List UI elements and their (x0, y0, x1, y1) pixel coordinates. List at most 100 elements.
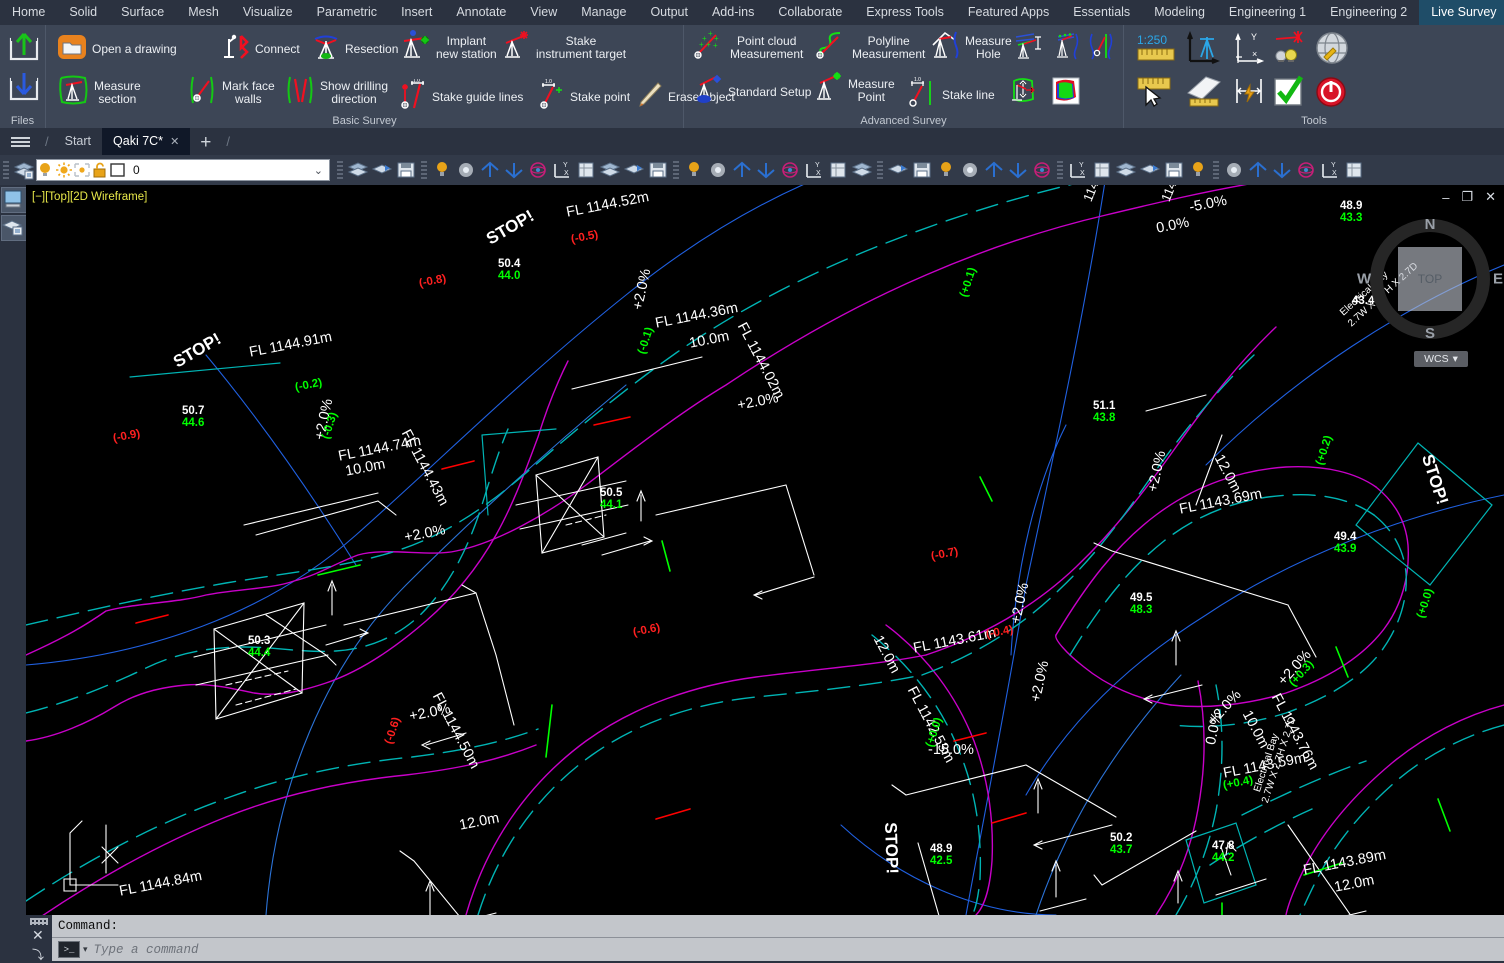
ribbon-tab-modeling[interactable]: Modeling (1142, 0, 1217, 25)
surface-icon[interactable] (983, 159, 1005, 181)
layer-on-icon[interactable] (623, 159, 645, 181)
layer-states-icon[interactable] (395, 159, 417, 181)
ribbon-tab-solid[interactable]: Solid (57, 0, 109, 25)
ribbon-tab-express-tools[interactable]: Express Tools (854, 0, 956, 25)
ribbon-tab-essentials[interactable]: Essentials (1061, 0, 1142, 25)
viewport-icon[interactable] (1163, 159, 1185, 181)
stake-point-button[interactable]: 1.0 Stake point (534, 79, 630, 116)
ribbon-tab-annotate[interactable]: Annotate (444, 0, 518, 25)
ribbon-tab-engineering-1[interactable]: Engineering 1 (1217, 0, 1318, 25)
layer-freeze-icon[interactable] (455, 159, 477, 181)
ucs-tool-button[interactable]: Y × (1232, 31, 1266, 72)
stake-instrument-target-button[interactable]: Stake instrument target (498, 29, 626, 66)
named-ucs-icon[interactable] (827, 159, 849, 181)
command-history-icon[interactable]: ⤵ (32, 946, 44, 963)
ribbon-tab-live-survey[interactable]: Live Survey (1419, 0, 1504, 25)
command-input-placeholder[interactable]: Type a command (94, 943, 199, 957)
layer-off-icon[interactable] (479, 159, 501, 181)
ribbon-tab-manage[interactable]: Manage (569, 0, 638, 25)
move-down-icon[interactable] (911, 159, 933, 181)
ribbon-tab-visualize[interactable]: Visualize (231, 0, 305, 25)
ribbon-tab-surface[interactable]: Surface (109, 0, 176, 25)
color-table-icon[interactable] (959, 159, 981, 181)
ribbon-tab-view[interactable]: View (518, 0, 569, 25)
toolbar-grip[interactable] (337, 161, 343, 179)
ucs-select-icon[interactable] (851, 159, 873, 181)
ribbon-tab-output[interactable]: Output (638, 0, 700, 25)
ucs2-icon[interactable] (1247, 159, 1269, 181)
implant-new-station-button[interactable]: Implant new station (398, 29, 497, 66)
toolbar-grip[interactable] (1057, 161, 1063, 179)
measure-hole-button[interactable]: Measure Hole (929, 29, 1012, 66)
ribbon-tab-add-ins[interactable]: Add-ins (700, 0, 766, 25)
align-center-icon[interactable] (1295, 159, 1317, 181)
ribbon-tab-mesh[interactable]: Mesh (176, 0, 231, 25)
new-tab-button[interactable]: + (190, 130, 221, 155)
measure-hole-extra1[interactable] (1014, 31, 1046, 66)
divider-icon[interactable] (1031, 159, 1053, 181)
show-drilling-direction-button[interactable]: Show drilling direction (284, 73, 388, 112)
stake-guide-lines-button[interactable]: 1.0 Stake guide lines (394, 78, 523, 116)
hamburger-icon[interactable] (0, 128, 40, 155)
layer-color-button[interactable] (1050, 75, 1082, 112)
ribbon-tab-featured-apps[interactable]: Featured Apps (956, 0, 1061, 25)
layer-properties-icon[interactable] (347, 159, 369, 181)
layer-view-icon[interactable] (1, 215, 27, 241)
ucs-origin-icon[interactable] (731, 159, 753, 181)
measure-hole-extra2[interactable] (1052, 31, 1084, 66)
xyz-icon[interactable] (935, 159, 957, 181)
mark-face-walls-button[interactable]: Mark face walls (186, 73, 275, 112)
measure-point-button[interactable]: Measure Point (812, 71, 895, 110)
check-icon[interactable] (1115, 159, 1137, 181)
ucs-icon[interactable] (683, 159, 705, 181)
layer-properties-icon[interactable] (13, 159, 35, 181)
upload-button[interactable] (7, 29, 41, 68)
ucs-3point-icon[interactable] (755, 159, 777, 181)
ribbon-tab-insert[interactable]: Insert (389, 0, 444, 25)
layer-thaw-icon[interactable] (647, 159, 669, 181)
file-tab-qaki[interactable]: Qaki 7C* ✕ (102, 128, 191, 155)
layer-isolate-icon[interactable] (431, 159, 453, 181)
open-a-drawing-button[interactable]: Open a drawing (56, 33, 177, 66)
measure-tool-button[interactable] (1136, 73, 1176, 114)
chevron-down-icon[interactable]: ⌄ (314, 164, 323, 177)
key-icon[interactable] (1091, 159, 1113, 181)
layer-unlock-icon[interactable] (527, 159, 549, 181)
ucs-z-icon[interactable] (779, 159, 801, 181)
distribute-icon[interactable] (1343, 159, 1365, 181)
viewport-config-icon[interactable] (1, 187, 27, 213)
toolbar-grip[interactable] (673, 161, 679, 179)
close-icon[interactable]: ✕ (170, 136, 179, 148)
dimension-flash-button[interactable] (1232, 73, 1266, 114)
command-grip-icon[interactable] (30, 918, 48, 925)
navcube-top-face[interactable]: TOP (1398, 247, 1462, 311)
connect-button[interactable]: Connect (221, 33, 300, 66)
standard-setup-button[interactable]: Standard Setup (692, 73, 811, 112)
ucs-selector[interactable]: WCS ▾ (1414, 351, 1468, 367)
copy-nested-icon[interactable]: YX (1067, 159, 1089, 181)
save-viewport-icon[interactable] (1223, 159, 1245, 181)
layer-merge-icon[interactable]: YX (551, 159, 573, 181)
ucs-world-icon[interactable]: YX (803, 159, 825, 181)
globe-settings-button[interactable] (1314, 31, 1352, 72)
command-close-icon[interactable]: ✕ (32, 927, 44, 944)
apply-check-button[interactable] (1272, 73, 1306, 114)
layer-lock-icon[interactable] (503, 159, 525, 181)
file-tab-start[interactable]: Start (54, 128, 102, 155)
layer-selector[interactable]: 0 ⌄ (36, 159, 330, 181)
flatten-icon[interactable] (1007, 159, 1029, 181)
chevron-down-icon[interactable]: ▾ (83, 944, 88, 955)
mesh-icon[interactable] (1139, 159, 1161, 181)
scale-button[interactable]: 1:250 (1136, 31, 1180, 72)
ribbon-tab-home[interactable]: Home (0, 0, 57, 25)
move-up-icon[interactable] (887, 159, 909, 181)
layer-match-icon[interactable] (575, 159, 597, 181)
ribbon-tab-collaborate[interactable]: Collaborate (766, 0, 854, 25)
drawing-canvas[interactable]: [−][Top][2D Wireframe] – ❐ ✕ FL 1144.52m… (26, 185, 1504, 915)
measure-hole-extra3[interactable] (1088, 31, 1116, 66)
align-left-icon[interactable] (1271, 159, 1293, 181)
ucs-axis-icon[interactable] (707, 159, 729, 181)
layer-previous-icon[interactable] (371, 159, 393, 181)
layer-walk-icon[interactable] (599, 159, 621, 181)
paper-ruler-button[interactable] (1184, 73, 1224, 114)
